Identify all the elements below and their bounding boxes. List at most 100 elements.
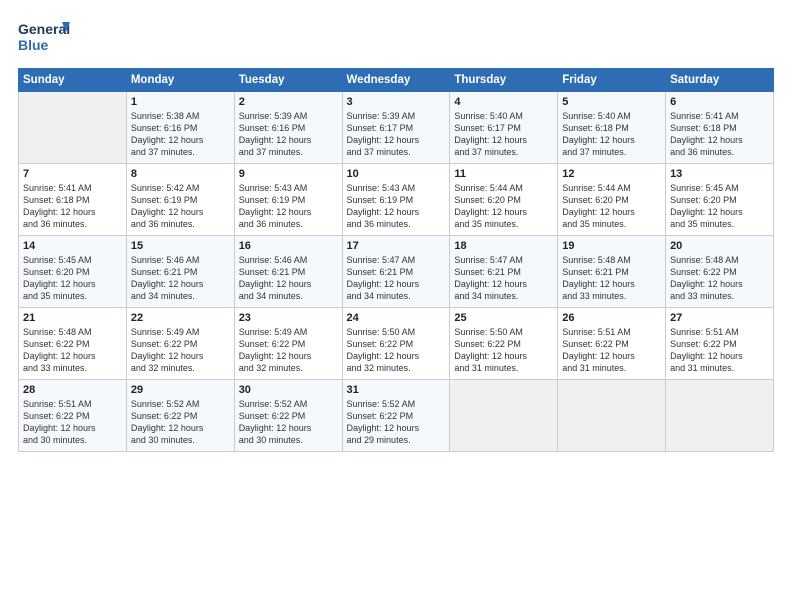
day-info: Sunrise: 5:51 AM Sunset: 6:22 PM Dayligh… (670, 326, 769, 375)
col-header-sunday: Sunday (19, 69, 127, 92)
day-info: Sunrise: 5:44 AM Sunset: 6:20 PM Dayligh… (454, 182, 553, 231)
day-info: Sunrise: 5:40 AM Sunset: 6:18 PM Dayligh… (562, 110, 661, 159)
cal-cell: 10Sunrise: 5:43 AM Sunset: 6:19 PM Dayli… (342, 164, 450, 236)
cal-cell: 3 Sunrise: 5:39 AM Sunset: 6:17 PM Daylig… (342, 92, 450, 164)
day-number: 15 (131, 240, 230, 252)
cal-cell: 19Sunrise: 5:48 AM Sunset: 6:21 PM Dayli… (558, 236, 666, 308)
day-number: 16 (239, 240, 338, 252)
cal-cell: 29Sunrise: 5:52 AM Sunset: 6:22 PM Dayli… (126, 380, 234, 452)
day-number: 2 (239, 96, 338, 108)
day-number: 9 (239, 168, 338, 180)
cal-cell: 2 Sunrise: 5:39 AM Sunset: 6:16 PM Daylig… (234, 92, 342, 164)
cal-cell: 31 Sunrise: 5:52 AM Sunset: 6:22 PM Dayli… (342, 380, 450, 452)
day-number: 20 (670, 240, 769, 252)
day-number: 3 (347, 96, 446, 108)
cal-cell: 12 Sunrise: 5:44 AM Sunset: 6:20 PM Dayli… (558, 164, 666, 236)
cal-cell: 15 Sunrise: 5:46 AM Sunset: 6:21 PM Dayli… (126, 236, 234, 308)
day-info: Sunrise: 5:44 AM Sunset: 6:20 PM Dayligh… (562, 182, 661, 231)
day-number: 31 (347, 384, 446, 396)
cal-cell: 16 Sunrise: 5:46 AM Sunset: 6:21 PM Dayli… (234, 236, 342, 308)
day-number: 11 (454, 168, 553, 180)
day-number: 23 (239, 312, 338, 324)
cal-cell: 7 Sunrise: 5:41 AM Sunset: 6:18 PM Daylig… (19, 164, 127, 236)
week-row-1: 1Sunrise: 5:38 AM Sunset: 6:16 PM Daylig… (19, 92, 774, 164)
header: General Blue (18, 18, 774, 58)
day-info: Sunrise: 5:48 AM Sunset: 6:21 PM Dayligh… (562, 254, 661, 303)
day-info: Sunrise: 5:41 AM Sunset: 6:18 PM Dayligh… (23, 182, 122, 231)
cal-cell: 22Sunrise: 5:49 AM Sunset: 6:22 PM Dayli… (126, 308, 234, 380)
day-info: Sunrise: 5:51 AM Sunset: 6:22 PM Dayligh… (23, 398, 122, 447)
day-number: 13 (670, 168, 769, 180)
day-number: 12 (562, 168, 661, 180)
week-row-2: 7 Sunrise: 5:41 AM Sunset: 6:18 PM Daylig… (19, 164, 774, 236)
col-header-saturday: Saturday (666, 69, 774, 92)
day-number: 14 (23, 240, 122, 252)
day-info: Sunrise: 5:50 AM Sunset: 6:22 PM Dayligh… (454, 326, 553, 375)
day-number: 30 (239, 384, 338, 396)
page: General Blue SundayMondayTuesdayWednesda… (0, 0, 792, 612)
svg-text:Blue: Blue (18, 37, 49, 53)
cal-cell (666, 380, 774, 452)
day-info: Sunrise: 5:39 AM Sunset: 6:17 PM Dayligh… (347, 110, 446, 159)
day-info: Sunrise: 5:46 AM Sunset: 6:21 PM Dayligh… (239, 254, 338, 303)
cal-cell: 6 Sunrise: 5:41 AM Sunset: 6:18 PM Daylig… (666, 92, 774, 164)
day-number: 18 (454, 240, 553, 252)
col-header-tuesday: Tuesday (234, 69, 342, 92)
cal-cell: 21Sunrise: 5:48 AM Sunset: 6:22 PM Dayli… (19, 308, 127, 380)
day-number: 21 (23, 312, 122, 324)
cal-cell: 9 Sunrise: 5:43 AM Sunset: 6:19 PM Daylig… (234, 164, 342, 236)
day-number: 5 (562, 96, 661, 108)
day-info: Sunrise: 5:52 AM Sunset: 6:22 PM Dayligh… (239, 398, 338, 447)
cal-cell (450, 380, 558, 452)
col-header-monday: Monday (126, 69, 234, 92)
cal-cell (19, 92, 127, 164)
day-info: Sunrise: 5:52 AM Sunset: 6:22 PM Dayligh… (347, 398, 446, 447)
day-number: 17 (347, 240, 446, 252)
day-info: Sunrise: 5:49 AM Sunset: 6:22 PM Dayligh… (131, 326, 230, 375)
day-number: 28 (23, 384, 122, 396)
day-number: 1 (131, 96, 230, 108)
logo: General Blue (18, 18, 70, 58)
header-row: SundayMondayTuesdayWednesdayThursdayFrid… (19, 69, 774, 92)
day-info: Sunrise: 5:51 AM Sunset: 6:22 PM Dayligh… (562, 326, 661, 375)
day-number: 26 (562, 312, 661, 324)
day-number: 6 (670, 96, 769, 108)
cal-cell: 5 Sunrise: 5:40 AM Sunset: 6:18 PM Daylig… (558, 92, 666, 164)
cal-cell: 1Sunrise: 5:38 AM Sunset: 6:16 PM Daylig… (126, 92, 234, 164)
calendar-table: SundayMondayTuesdayWednesdayThursdayFrid… (18, 68, 774, 452)
cal-cell: 18 Sunrise: 5:47 AM Sunset: 6:21 PM Dayli… (450, 236, 558, 308)
day-info: Sunrise: 5:50 AM Sunset: 6:22 PM Dayligh… (347, 326, 446, 375)
day-number: 27 (670, 312, 769, 324)
cal-cell: 8Sunrise: 5:42 AM Sunset: 6:19 PM Daylig… (126, 164, 234, 236)
cal-cell: 27 Sunrise: 5:51 AM Sunset: 6:22 PM Dayli… (666, 308, 774, 380)
cal-cell: 23 Sunrise: 5:49 AM Sunset: 6:22 PM Dayli… (234, 308, 342, 380)
day-info: Sunrise: 5:47 AM Sunset: 6:21 PM Dayligh… (454, 254, 553, 303)
day-info: Sunrise: 5:46 AM Sunset: 6:21 PM Dayligh… (131, 254, 230, 303)
day-info: Sunrise: 5:39 AM Sunset: 6:16 PM Dayligh… (239, 110, 338, 159)
day-number: 4 (454, 96, 553, 108)
day-info: Sunrise: 5:49 AM Sunset: 6:22 PM Dayligh… (239, 326, 338, 375)
cal-cell: 28 Sunrise: 5:51 AM Sunset: 6:22 PM Dayli… (19, 380, 127, 452)
cal-cell: 4Sunrise: 5:40 AM Sunset: 6:17 PM Daylig… (450, 92, 558, 164)
cal-cell: 30 Sunrise: 5:52 AM Sunset: 6:22 PM Dayli… (234, 380, 342, 452)
day-number: 8 (131, 168, 230, 180)
day-info: Sunrise: 5:41 AM Sunset: 6:18 PM Dayligh… (670, 110, 769, 159)
cal-cell: 26 Sunrise: 5:51 AM Sunset: 6:22 PM Dayli… (558, 308, 666, 380)
logo-svg: General Blue (18, 18, 70, 58)
day-info: Sunrise: 5:43 AM Sunset: 6:19 PM Dayligh… (239, 182, 338, 231)
cal-cell: 17 Sunrise: 5:47 AM Sunset: 6:21 PM Dayli… (342, 236, 450, 308)
day-info: Sunrise: 5:47 AM Sunset: 6:21 PM Dayligh… (347, 254, 446, 303)
col-header-friday: Friday (558, 69, 666, 92)
col-header-thursday: Thursday (450, 69, 558, 92)
day-info: Sunrise: 5:45 AM Sunset: 6:20 PM Dayligh… (23, 254, 122, 303)
cal-cell: 25 Sunrise: 5:50 AM Sunset: 6:22 PM Dayli… (450, 308, 558, 380)
cal-cell: 24 Sunrise: 5:50 AM Sunset: 6:22 PM Dayli… (342, 308, 450, 380)
cal-cell: 11 Sunrise: 5:44 AM Sunset: 6:20 PM Dayli… (450, 164, 558, 236)
svg-text:General: General (18, 21, 70, 37)
day-info: Sunrise: 5:48 AM Sunset: 6:22 PM Dayligh… (670, 254, 769, 303)
week-row-4: 21Sunrise: 5:48 AM Sunset: 6:22 PM Dayli… (19, 308, 774, 380)
day-number: 29 (131, 384, 230, 396)
day-number: 25 (454, 312, 553, 324)
day-number: 24 (347, 312, 446, 324)
day-number: 7 (23, 168, 122, 180)
